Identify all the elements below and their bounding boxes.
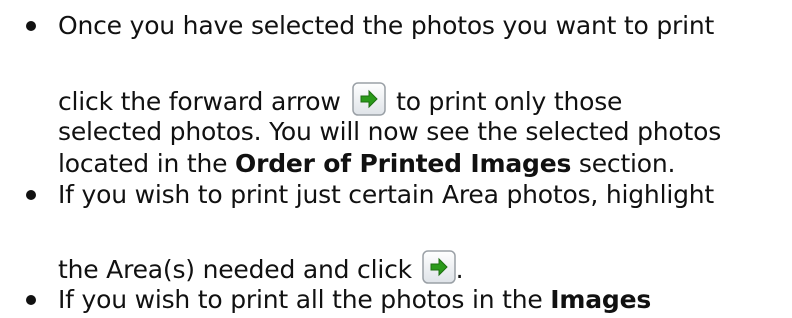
bullet: [26, 21, 36, 31]
item-2-line-2: the Area(s) needed and click .: [58, 250, 464, 284]
images-label: Images: [550, 285, 652, 314]
item-1-text-4b: section.: [578, 149, 676, 178]
item-3-line-1: If you wish to print all the photos in t…: [58, 284, 651, 316]
bullet: [26, 190, 36, 200]
item-1-text-2b: to print only those: [396, 87, 623, 116]
item-1-line-1: Once you have selected the photos you wa…: [58, 10, 714, 42]
item-1-line-3: selected photos. You will now see the se…: [58, 116, 721, 148]
forward-arrow-icon: [352, 82, 387, 116]
item-3-text-1a: If you wish to print all the photos in t…: [58, 285, 543, 314]
item-2-line-1: If you wish to print just certain Area p…: [58, 179, 714, 211]
item-2-text-2b: .: [455, 255, 464, 284]
bullet: [26, 295, 36, 305]
item-2-text-2a: the Area(s) needed and click: [58, 255, 412, 284]
item-2-text-1: If you wish to print just certain Area p…: [58, 180, 714, 209]
item-1-text-1: Once you have selected the photos you wa…: [58, 11, 715, 40]
forward-arrow-icon: [421, 250, 456, 284]
instruction-list: Once you have selected the photos you wa…: [0, 0, 792, 318]
item-1-text-2a: click the forward arrow: [58, 87, 341, 116]
item-1-text-3: selected photos. You will now see the se…: [58, 117, 722, 146]
item-1-line-4: located in the Order of Printed Images s…: [58, 148, 675, 180]
order-of-printed-images-label: Order of Printed Images: [235, 149, 572, 178]
item-1-line-2: click the forward arrow to print only th…: [58, 82, 623, 116]
item-1-text-4a: located in the: [58, 149, 228, 178]
